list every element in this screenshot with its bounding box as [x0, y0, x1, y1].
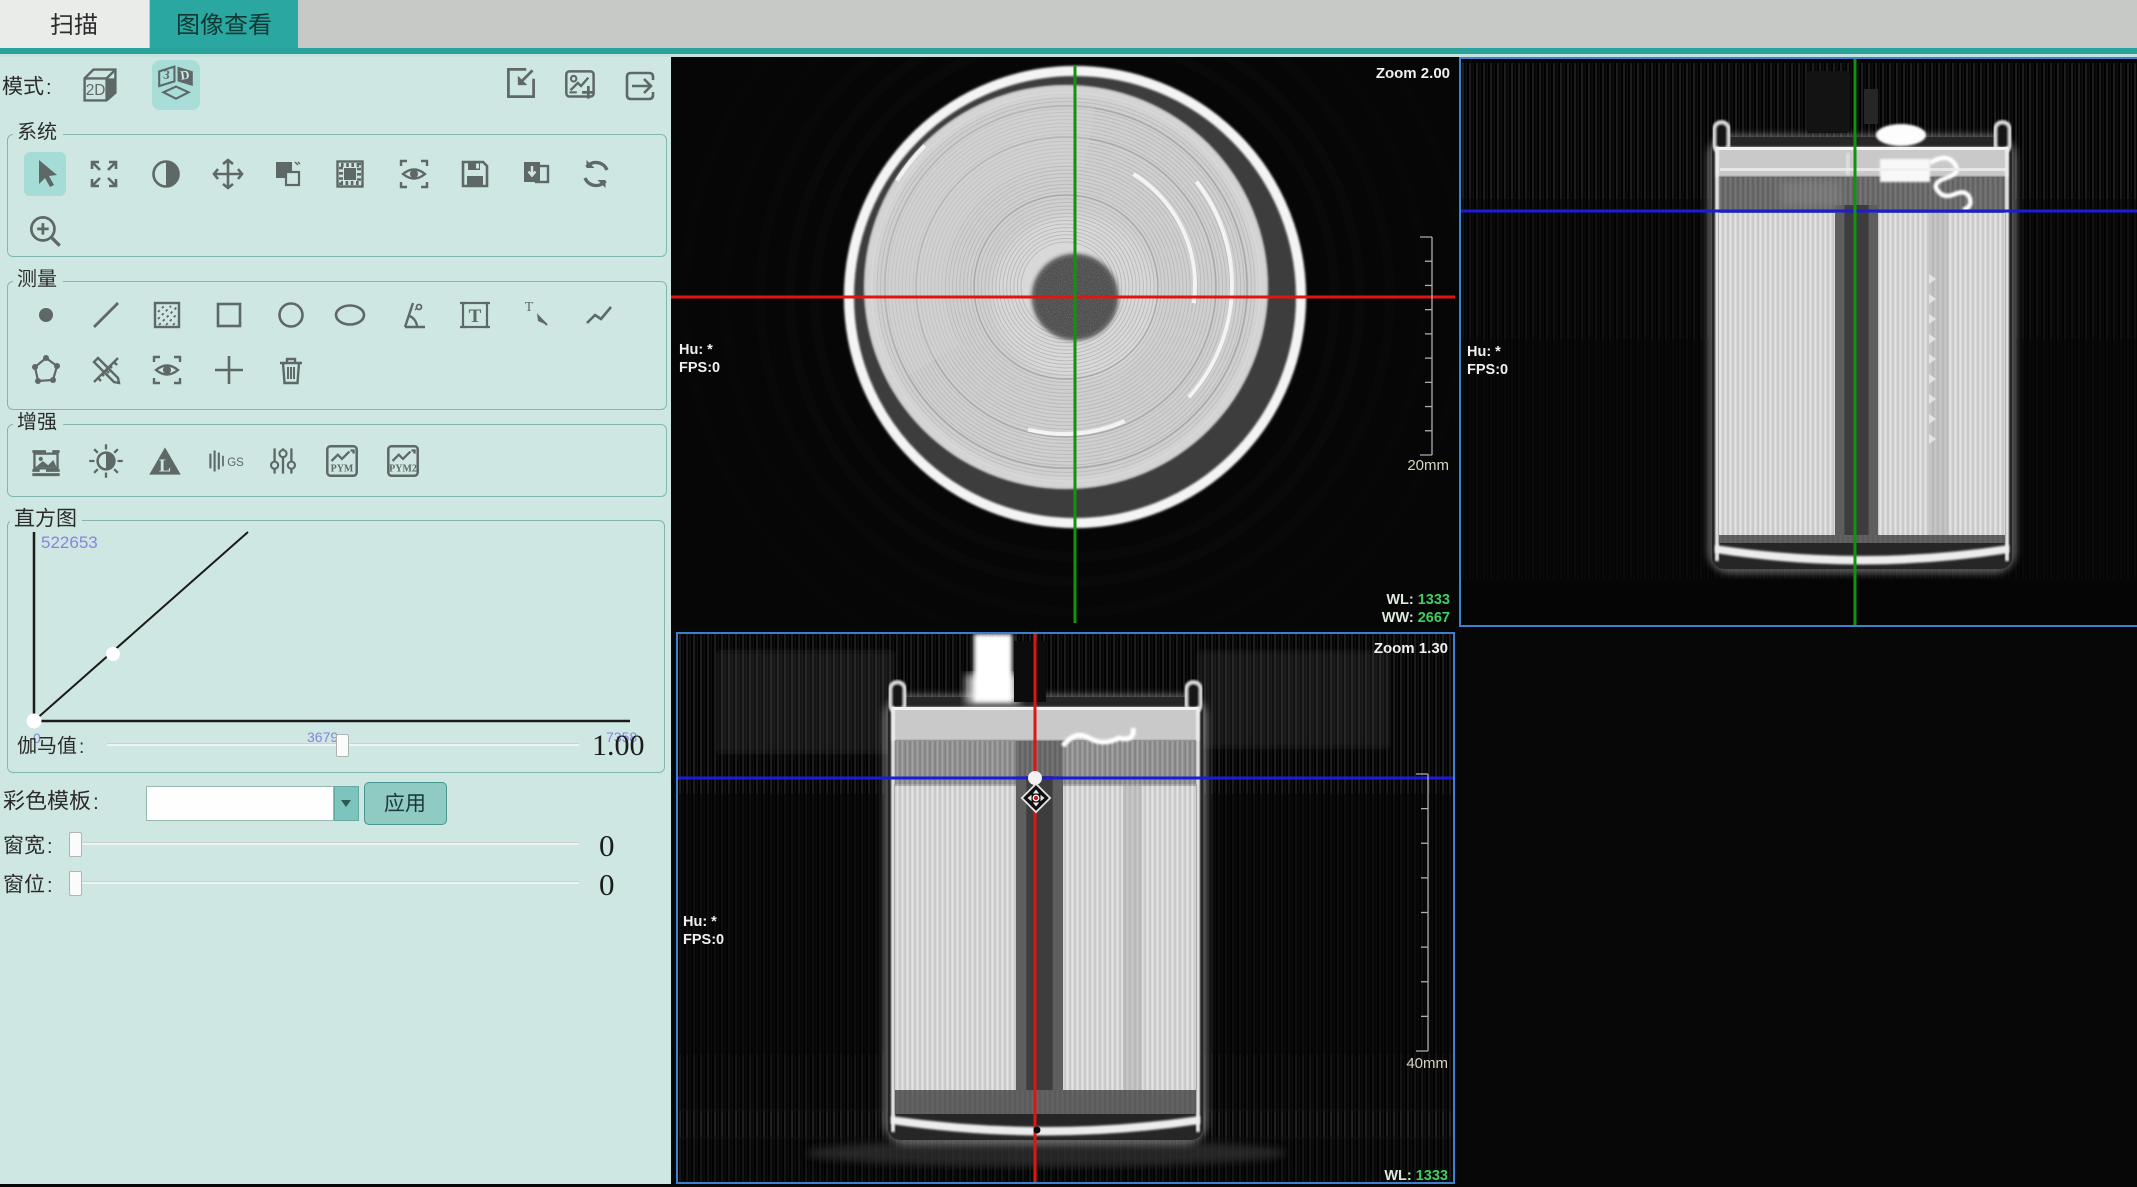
svg-text:2D: 2D — [86, 82, 106, 99]
svg-text:Hu: *: Hu: * — [1467, 344, 1501, 360]
svg-text:3: 3 — [162, 67, 170, 82]
svg-text:WL: 1333: WL: 1333 — [1384, 1168, 1448, 1182]
svg-text:FPS:0: FPS:0 — [679, 360, 720, 376]
svg-text:20mm: 20mm — [1407, 457, 1449, 474]
svg-text:D: D — [180, 68, 191, 83]
svg-text:Hu: *: Hu: * — [679, 342, 713, 358]
svg-text:Zoom 2.00: Zoom 2.00 — [1376, 65, 1450, 82]
svg-text:T: T — [469, 306, 482, 327]
svg-text:Hu: *: Hu: * — [683, 914, 717, 930]
svg-text:FPS:0: FPS:0 — [1467, 362, 1508, 378]
svg-text:PYM2: PYM2 — [389, 464, 417, 475]
svg-text:40mm: 40mm — [1406, 1055, 1448, 1072]
svg-text:GS: GS — [227, 457, 244, 469]
svg-text:T: T — [525, 300, 534, 315]
svg-text:WW: 2667: WW: 2667 — [1382, 610, 1450, 626]
svg-text:522653: 522653 — [41, 533, 98, 552]
svg-text:PYM: PYM — [331, 464, 354, 475]
svg-text:WL: 1333: WL: 1333 — [1386, 592, 1450, 608]
svg-text:L: L — [159, 456, 171, 476]
svg-text:FPS:0: FPS:0 — [683, 932, 724, 948]
svg-text:Zoom 1.30: Zoom 1.30 — [1374, 640, 1448, 657]
